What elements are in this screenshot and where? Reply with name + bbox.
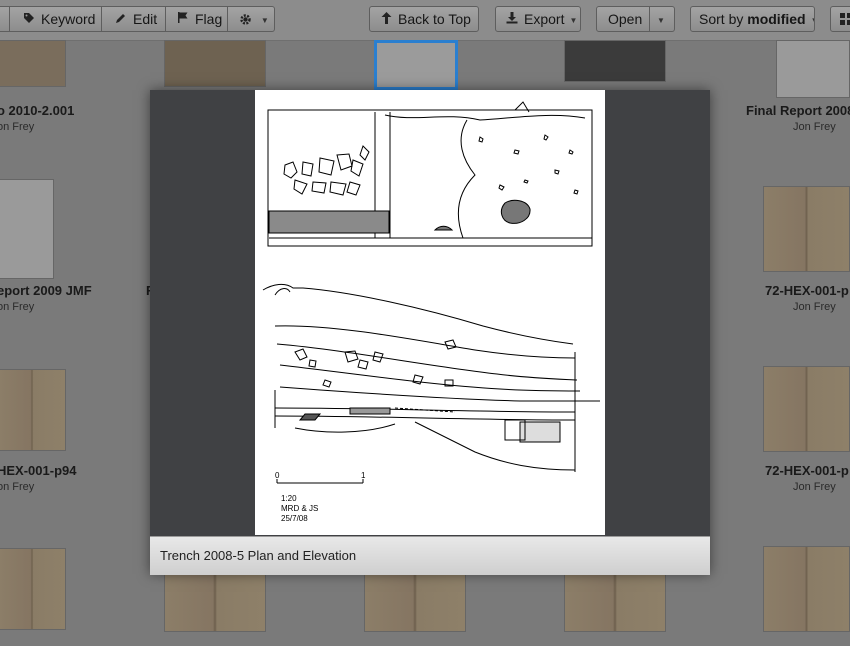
back-to-top-button[interactable]: Back to Top: [369, 6, 479, 32]
item-author: Jon Frey: [793, 121, 836, 133]
toolbar: Keyword Edit Flag ▼ Back to Top Export ▼ …: [0, 0, 850, 41]
thumbnail[interactable]: [164, 40, 266, 87]
keyword-label: Keyword: [41, 11, 96, 27]
trench-drawing: 0 1 1:20 MRD & JS 25/7/08: [262, 101, 600, 523]
chevron-down-icon: ▼: [657, 16, 665, 25]
thumbnail[interactable]: [0, 40, 66, 87]
thumbnail[interactable]: [0, 179, 54, 279]
thumbnail[interactable]: [0, 369, 66, 451]
open-button[interactable]: Open: [596, 6, 650, 32]
flag-label: Flag: [195, 11, 223, 27]
chevron-down-icon: ▼: [569, 16, 578, 25]
arrow-up-icon: [381, 7, 392, 31]
flag-button[interactable]: Flag: [166, 6, 228, 32]
grid-view-button[interactable]: [830, 6, 850, 32]
caption-bar: Trench 2008-5 Plan and Elevation: [150, 536, 710, 575]
edit-button[interactable]: Edit: [102, 6, 166, 32]
item-author: on Frey: [0, 301, 35, 313]
item-title: HEX-001-p94: [0, 463, 77, 478]
thumbnail[interactable]: [763, 546, 850, 632]
export-icon: [506, 7, 518, 31]
sort-menu-button[interactable]: Sort by modified ▼: [690, 6, 815, 32]
item-title: o 2010-2.001: [0, 103, 75, 118]
thumbnail[interactable]: [364, 574, 466, 632]
settings-menu-button[interactable]: ▼: [228, 6, 275, 32]
item-author: Jon Frey: [793, 481, 836, 493]
back-to-top-label: Back to Top: [398, 11, 471, 27]
thumbnail-selected[interactable]: [374, 40, 458, 90]
thumbnail[interactable]: [164, 574, 266, 632]
drawing-date-label: 25/7/08: [281, 514, 308, 523]
gear-icon: [239, 11, 256, 27]
open-label: Open: [608, 11, 643, 27]
sort-prefix-label: Sort by: [699, 11, 744, 27]
edit-label: Edit: [133, 11, 158, 27]
item-title: 72-HEX-001-p: [765, 463, 849, 478]
item-title: 72-HEX-001-p: [765, 283, 849, 298]
sort-value-label: modified: [747, 11, 806, 27]
thumbnail[interactable]: [564, 40, 666, 82]
export-label: Export: [524, 11, 565, 27]
chevron-down-icon: ▼: [811, 9, 814, 31]
flag-icon: [177, 7, 189, 31]
export-button[interactable]: Export ▼: [495, 6, 581, 32]
drawing-image: 0 1 1:20 MRD & JS 25/7/08: [255, 90, 605, 535]
thumbnail[interactable]: [763, 186, 850, 272]
scale-start-label: 0: [275, 471, 280, 480]
thumbnail[interactable]: [0, 548, 66, 630]
thumbnail[interactable]: [776, 40, 850, 98]
item-author: Jon Frey: [793, 301, 836, 313]
thumbnail[interactable]: [763, 366, 850, 452]
keyword-button[interactable]: Keyword: [10, 6, 102, 32]
item-title: eport 2009 JMF: [0, 283, 92, 298]
chevron-down-icon: ▼: [260, 16, 269, 25]
pencil-icon: [115, 7, 127, 31]
open-menu-button[interactable]: ▼: [650, 6, 675, 32]
item-author: on Frey: [0, 121, 35, 133]
item-title: Final Report 2008: [746, 103, 850, 118]
scale-end-label: 1: [361, 471, 366, 480]
item-author: on Frey: [0, 481, 35, 493]
drawing-authors-label: MRD & JS: [281, 504, 318, 513]
grid-view-icon: [840, 11, 850, 27]
thumbnail[interactable]: [564, 574, 666, 632]
scale-ratio-label: 1:20: [281, 494, 297, 503]
image-viewer: 0 1 1:20 MRD & JS 25/7/08 Trench 2008-5 …: [150, 90, 710, 575]
image-caption: Trench 2008-5 Plan and Elevation: [160, 548, 357, 563]
keyword-button[interactable]: [0, 6, 10, 32]
tag-icon: [23, 7, 35, 31]
